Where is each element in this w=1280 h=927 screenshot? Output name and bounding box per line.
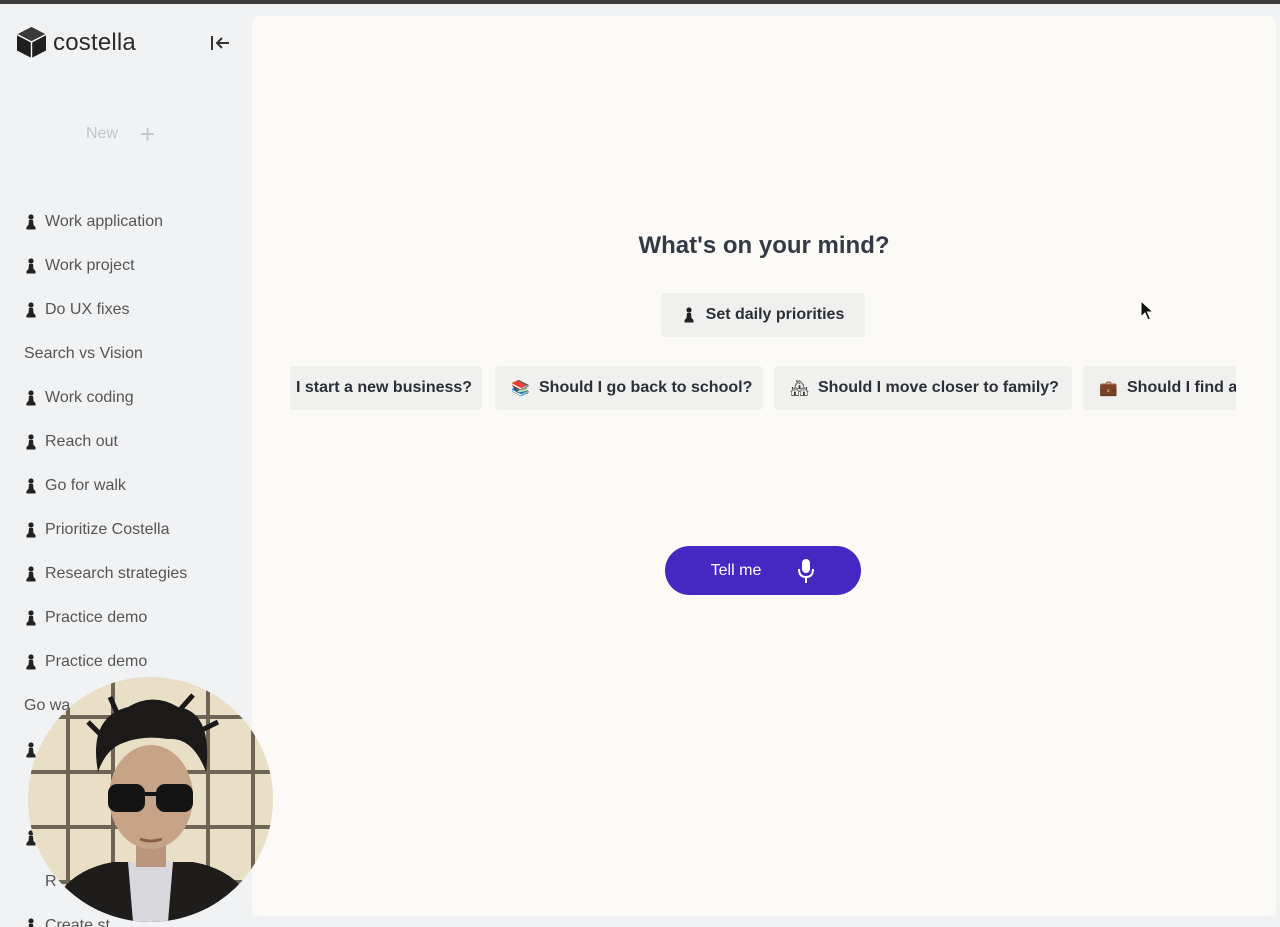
suggestion-chip[interactable]: 📚 Should I go back to school? (495, 366, 763, 410)
microphone-icon (798, 558, 815, 583)
mouse-cursor-icon (1140, 300, 1154, 321)
sidebar-item[interactable]: Research strategies (24, 552, 187, 596)
sidebar-item[interactable]: Work coding (24, 376, 187, 420)
tell-me-button[interactable]: Tell me (665, 546, 861, 595)
sidebar-item-label: Search vs Vision (24, 345, 143, 362)
tell-me-label: Tell me (710, 561, 762, 579)
sidebar-item-label: Work coding (45, 389, 134, 406)
sidebar-item[interactable]: Work application (24, 200, 187, 244)
new-conversation-button[interactable]: New + (86, 119, 156, 149)
pawn-icon (26, 258, 36, 274)
suggestion-label: Should I go back to school? (539, 379, 753, 396)
suggestion-chip[interactable]: 💼 Should I find a (1083, 366, 1236, 410)
suggestion-label: Should I move closer to family? (818, 379, 1059, 396)
page-title: What's on your mind? (638, 232, 890, 259)
pawn-icon (26, 478, 36, 494)
collapse-sidebar-button[interactable] (208, 31, 232, 55)
suggestion-chip[interactable]: 🏘 Should I move closer to family? (774, 366, 1072, 410)
sidebar-item[interactable]: Practice demo (24, 596, 187, 640)
sidebar-item[interactable]: Work project (24, 244, 187, 288)
sidebar-item-label: Reach out (45, 433, 118, 450)
pawn-icon (26, 390, 36, 406)
app-name: costella (53, 28, 136, 56)
sidebar-item[interactable]: Go for walk (24, 464, 187, 508)
pawn-icon (26, 654, 36, 670)
pawn-icon (684, 307, 694, 323)
new-label: New (86, 125, 119, 142)
pawn-icon (28, 918, 34, 927)
sidebar-item-label: Practice demo (45, 609, 148, 626)
sidebar-item-label: Do UX fixes (45, 301, 130, 318)
sidebar-item-label: Research strategies (45, 565, 188, 582)
pawn-icon (26, 434, 36, 450)
pawn-icon (26, 522, 36, 538)
sidebar-item-label: Work application (45, 213, 163, 230)
sidebar-item[interactable]: Prioritize Costella (24, 508, 187, 552)
pawn-icon (26, 610, 36, 626)
sidebar-item-label: Create st (45, 917, 110, 927)
sidebar-item[interactable]: Reach out (24, 420, 187, 464)
presenter-video-image (28, 677, 273, 922)
collapse-sidebar-icon (211, 36, 229, 50)
plus-icon: + (140, 119, 156, 149)
sidebar-item-label: Prioritize Costella (45, 521, 170, 538)
sidebar-item[interactable]: Do UX fixes (24, 288, 187, 332)
webcam-overlay (28, 677, 273, 922)
costella-logo-icon (16, 27, 47, 58)
suggestion-carousel: I start a new business? 📚 Should I go ba… (290, 366, 1236, 410)
sidebar-item-label: Work project (45, 257, 135, 274)
main-panel: What's on your mind? Set daily prioritie… (252, 16, 1276, 916)
pawn-icon (26, 566, 36, 582)
suggestion-label: Should I find a (1127, 379, 1236, 396)
suggestion-chip[interactable]: I start a new business? (290, 366, 482, 410)
pawn-icon (26, 302, 36, 318)
sidebar-item-label: Practice demo (45, 653, 148, 670)
books-icon: 📚 (511, 380, 530, 397)
suggestion-label: I start a new business? (296, 379, 473, 396)
suggestion-label: Set daily priorities (705, 306, 845, 323)
sidebar-item-label: Go for walk (45, 477, 126, 494)
brand[interactable]: costella (16, 26, 136, 59)
set-daily-priorities-button[interactable]: Set daily priorities (661, 293, 865, 337)
houses-icon: 🏘 (790, 380, 810, 397)
pawn-icon (26, 214, 36, 230)
sidebar-item[interactable]: Search vs Vision (24, 332, 187, 376)
briefcase-icon: 💼 (1099, 380, 1118, 397)
